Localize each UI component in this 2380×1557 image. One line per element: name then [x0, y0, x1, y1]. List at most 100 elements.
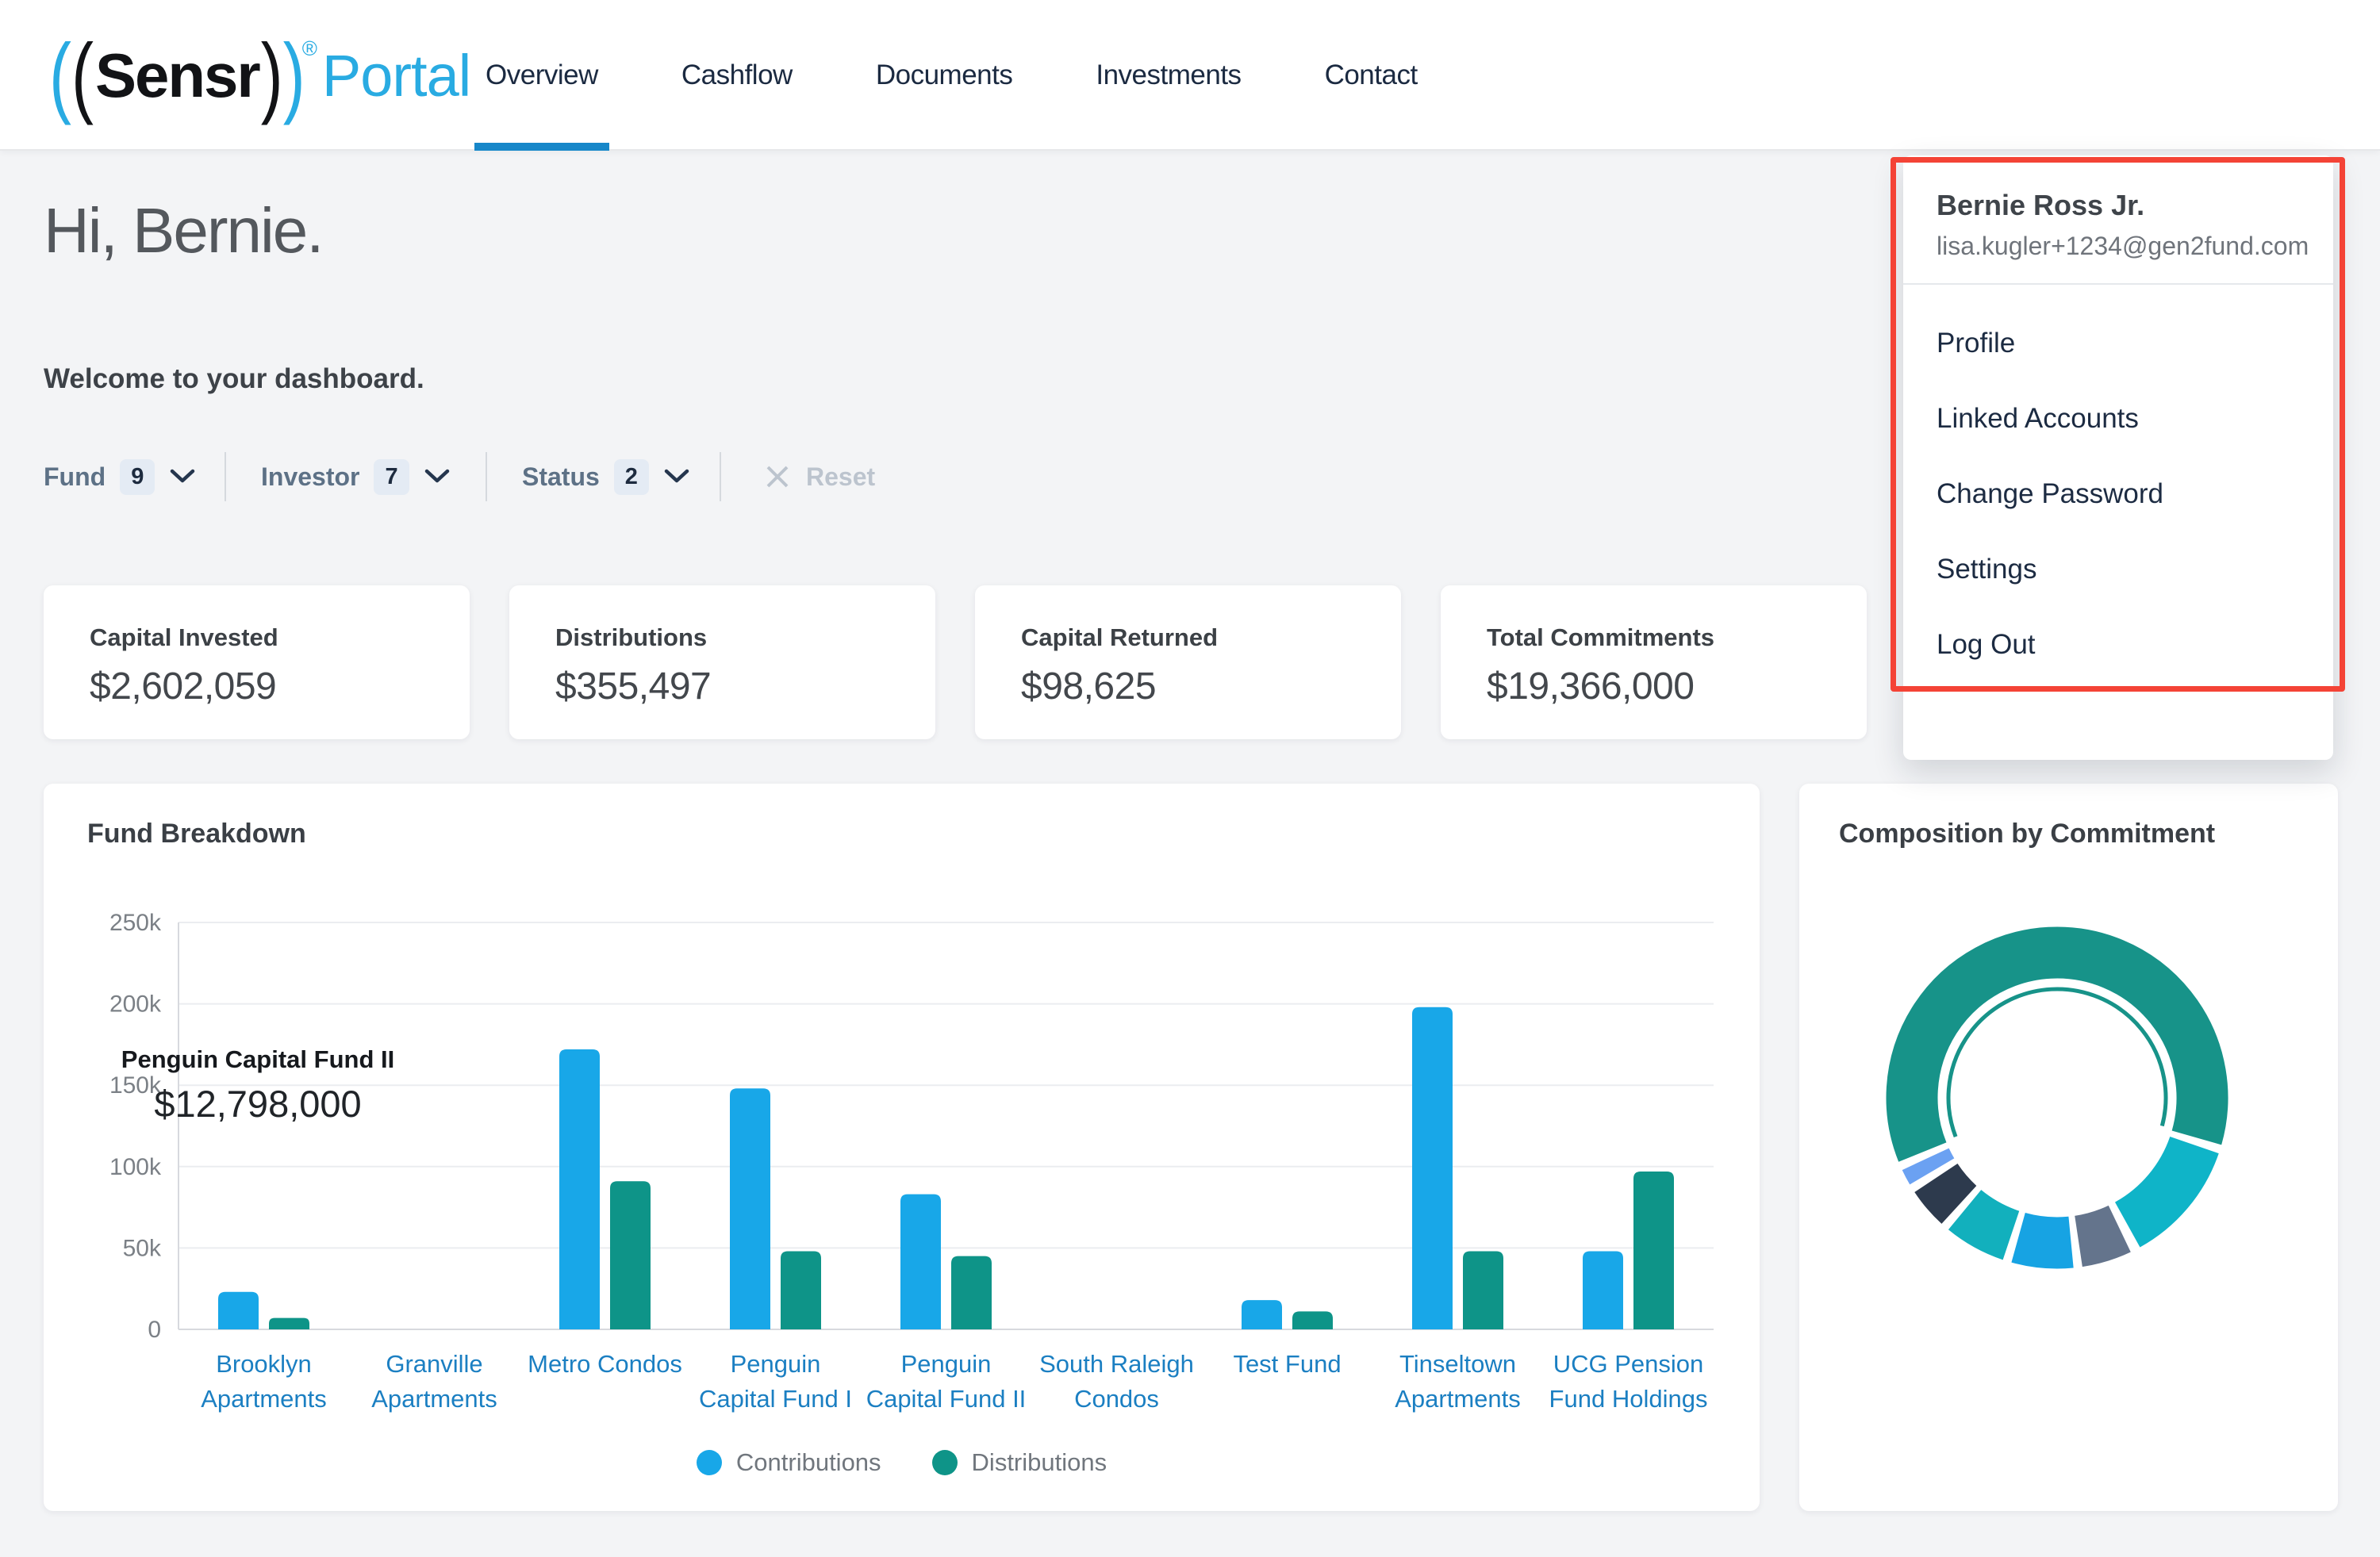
filter-investor[interactable]: Investor7: [261, 451, 451, 503]
bar-contributions-penguin-capital-fund-ii[interactable]: [900, 1195, 941, 1329]
stat-label: Total Commitments: [1487, 623, 1867, 652]
donut-segment-penguin-capital-fund-ii[interactable]: [1912, 953, 2202, 1152]
nav-item-cashflow[interactable]: Cashflow: [681, 0, 793, 151]
legend-label: Distributions: [972, 1448, 1107, 1477]
bar-distributions-ucg-pension-fund-holdings[interactable]: [1633, 1172, 1674, 1329]
reset-filters-button[interactable]: Reset: [763, 451, 875, 503]
menu-item-log-out[interactable]: Log Out: [1903, 607, 2333, 682]
bar-distributions-penguin-capital-fund-i[interactable]: [781, 1252, 821, 1329]
menu-item-linked-accounts[interactable]: Linked Accounts: [1903, 381, 2333, 456]
legend-item-distributions[interactable]: Distributions: [932, 1448, 1107, 1477]
bar-contributions-penguin-capital-fund-i[interactable]: [730, 1088, 770, 1329]
donut-segment-6[interactable]: [1925, 1159, 1932, 1172]
logo-paren: ): [261, 30, 283, 120]
stat-card-capital-invested: Capital Invested $2,602,059: [44, 585, 470, 739]
fund-breakdown-chart: 050k100k150k200k250kBrooklynApartmentsGr…: [44, 784, 1760, 1511]
x-axis-label-tinseltown-apartments[interactable]: Apartments: [1395, 1385, 1521, 1413]
nav-item-investments[interactable]: Investments: [1096, 0, 1241, 151]
filter-divider: [486, 452, 487, 501]
chevron-down-icon: [424, 468, 451, 485]
donut-segment-1[interactable]: [2128, 1145, 2194, 1225]
filter-divider: [225, 452, 226, 501]
bar-contributions-tinseltown-apartments[interactable]: [1412, 1007, 1453, 1329]
filter-divider: [720, 452, 721, 501]
x-axis-label-brooklyn-apartments[interactable]: Brooklyn: [216, 1350, 312, 1378]
menu-item-profile[interactable]: Profile: [1903, 305, 2333, 381]
y-axis-tick: 250k: [109, 910, 162, 936]
logo-paren: (: [49, 30, 71, 120]
y-axis-tick: 0: [148, 1317, 161, 1343]
bar-distributions-penguin-capital-fund-ii[interactable]: [951, 1256, 992, 1329]
donut-center-label: Penguin Capital Fund II $12,798,000: [67, 1045, 448, 1126]
selected-fund-value: $12,798,000: [67, 1082, 448, 1126]
donut-segment-5[interactable]: [1936, 1178, 1959, 1205]
x-axis-label-penguin-capital-fund-i[interactable]: Capital Fund I: [699, 1385, 852, 1413]
bar-contributions-brooklyn-apartments[interactable]: [218, 1292, 259, 1329]
logo-brand-text: Sensr: [95, 40, 259, 112]
bar-distributions-metro-condos[interactable]: [610, 1181, 651, 1329]
main-nav: Overview Cashflow Documents Investments Cont…: [486, 0, 1418, 151]
user-name: Bernie Ross Jr.: [1937, 189, 2300, 222]
y-axis-tick: 50k: [123, 1235, 162, 1261]
y-axis-tick: 100k: [109, 1154, 162, 1180]
legend-dot: [697, 1450, 722, 1475]
x-axis-label-penguin-capital-fund-i[interactable]: Penguin: [731, 1350, 821, 1378]
logo-paren: (: [71, 30, 94, 120]
filter-count-badge: 9: [120, 459, 155, 495]
bar-contributions-test-fund[interactable]: [1242, 1300, 1282, 1329]
user-email: lisa.kugler+1234@gen2fund.com: [1937, 232, 2300, 261]
filter-count-badge: 7: [374, 459, 409, 495]
legend-item-contributions[interactable]: Contributions: [697, 1448, 881, 1477]
x-axis-label-granville-apartments[interactable]: Granville: [386, 1350, 482, 1378]
x-axis-label-penguin-capital-fund-ii[interactable]: Penguin: [901, 1350, 992, 1378]
x-axis-label-metro-condos[interactable]: Metro Condos: [528, 1350, 682, 1378]
stat-value: $2,602,059: [90, 665, 470, 708]
donut-segment-4[interactable]: [1965, 1210, 2011, 1235]
legend-dot: [932, 1450, 958, 1475]
x-axis-label-south-raleigh-condos[interactable]: Condos: [1074, 1385, 1159, 1413]
logo-portal-text: Portal: [322, 42, 470, 109]
filter-fund[interactable]: Fund 9: [44, 451, 196, 503]
menu-item-settings[interactable]: Settings: [1903, 531, 2333, 607]
user-menu-list: ProfileLinked AccountsChange PasswordSet…: [1903, 285, 2333, 703]
x-axis-label-south-raleigh-condos[interactable]: South Raleigh: [1039, 1350, 1194, 1378]
x-axis-label-granville-apartments[interactable]: Apartments: [371, 1385, 497, 1413]
composition-card: Composition by Commitment: [1799, 784, 2338, 1511]
donut-segment-2[interactable]: [2079, 1229, 2120, 1241]
x-axis-label-penguin-capital-fund-ii[interactable]: Capital Fund II: [866, 1385, 1027, 1413]
page-subtitle: Welcome to your dashboard.: [44, 363, 424, 395]
top-header: ( ( Sensr ) ) ® Portal Overview Cashflow D…: [0, 0, 2380, 151]
bar-contributions-ucg-pension-fund-holdings[interactable]: [1583, 1252, 1623, 1329]
bar-distributions-test-fund[interactable]: [1292, 1311, 1333, 1329]
registered-trademark: ®: [302, 36, 317, 61]
filter-status[interactable]: Status2: [522, 451, 690, 503]
chevron-down-icon: [169, 468, 196, 485]
x-axis-label-tinseltown-apartments[interactable]: Tinseltown: [1399, 1350, 1516, 1378]
stat-value: $355,497: [555, 665, 935, 708]
stat-card-distributions: Distributions $355,497: [509, 585, 935, 739]
menu-item-change-password[interactable]: Change Password: [1903, 456, 2333, 531]
donut-segment-3[interactable]: [2018, 1237, 2071, 1243]
x-axis-label-ucg-pension-fund-holdings[interactable]: Fund Holdings: [1549, 1385, 1708, 1413]
donut-selected-highlight-ring: [1948, 989, 2166, 1137]
bar-distributions-tinseltown-apartments[interactable]: [1463, 1252, 1503, 1329]
stat-card-total-commitments: Total Commitments$19,366,000: [1441, 585, 1867, 739]
filter-label: Fund: [44, 462, 106, 492]
sensr-portal-logo[interactable]: ( ( Sensr ) ) ® Portal: [49, 0, 470, 151]
nav-item-documents[interactable]: Documents: [876, 0, 1013, 151]
x-axis-label-test-fund[interactable]: Test Fund: [1233, 1350, 1341, 1378]
stat-label: Capital Returned: [1021, 623, 1401, 652]
selected-fund-name: Penguin Capital Fund II: [67, 1045, 448, 1074]
x-axis-label-brooklyn-apartments[interactable]: Apartments: [201, 1385, 327, 1413]
x-axis-label-ucg-pension-fund-holdings[interactable]: UCG Pension: [1553, 1350, 1704, 1378]
bar-contributions-metro-condos[interactable]: [559, 1049, 600, 1329]
bar-distributions-brooklyn-apartments[interactable]: [269, 1318, 309, 1329]
stat-label: Capital Invested: [90, 623, 470, 652]
user-dropdown-header: Bernie Ross Jr. lisa.kugler+1234@gen2fun…: [1903, 155, 2333, 283]
fund-breakdown-card: Fund Breakdown 050k100k150k200k250kBrook…: [44, 784, 1760, 1511]
nav-item-overview[interactable]: Overview: [486, 0, 598, 151]
stat-label: Distributions: [555, 623, 935, 652]
nav-item-contact[interactable]: Contact: [1325, 0, 1418, 151]
stat-value: $98,625: [1021, 665, 1401, 708]
y-axis-tick: 200k: [109, 991, 162, 1018]
